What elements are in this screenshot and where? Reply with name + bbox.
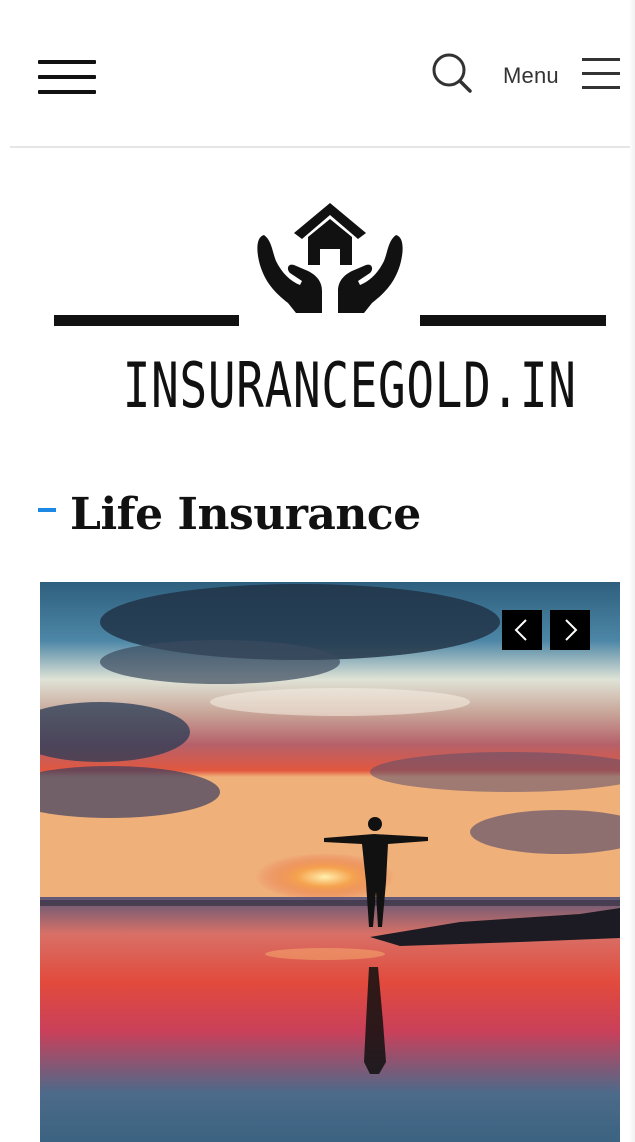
scroll-edge-shadow xyxy=(629,0,635,1142)
slider-next-button[interactable] xyxy=(550,610,590,650)
slider-prev-button[interactable] xyxy=(502,610,542,650)
site-header: Menu xyxy=(0,0,635,146)
section-heading: Life Insurance xyxy=(38,482,421,546)
logo-text: INSURANCEGOLD.IN xyxy=(122,349,577,422)
house-in-hands-icon xyxy=(54,203,606,326)
image-slider[interactable] xyxy=(40,582,620,1142)
page: Menu INSURANCEGOLD.IN Life Insurance xyxy=(0,0,635,1142)
chevron-left-icon xyxy=(514,619,527,641)
title-accent-bar xyxy=(38,508,56,512)
sunset-beach-image xyxy=(40,582,620,1142)
hamburger-icon[interactable] xyxy=(38,60,96,96)
search-icon[interactable] xyxy=(428,50,476,96)
menu-label: Menu xyxy=(503,63,559,88)
site-logo[interactable]: INSURANCEGOLD.IN xyxy=(50,195,610,435)
menu-icon xyxy=(582,58,620,89)
chevron-right-icon xyxy=(565,619,578,641)
menu-button[interactable]: Menu xyxy=(500,54,622,94)
header-divider xyxy=(10,146,630,148)
section-title: Life Insurance xyxy=(70,488,421,540)
